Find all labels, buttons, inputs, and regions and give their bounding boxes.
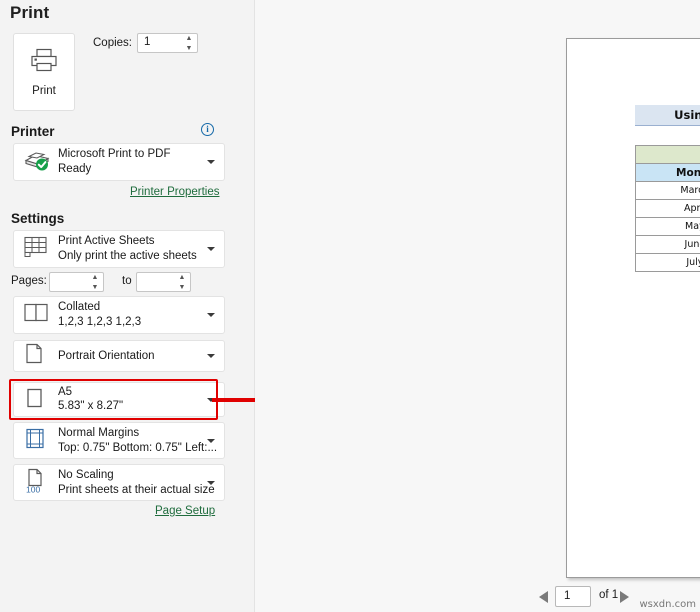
portrait-page-icon [22,342,46,371]
stepper-down-icon[interactable]: ▼ [186,45,193,52]
watermark: wsxdn.com [639,599,696,610]
sheets-grid-icon [22,235,50,264]
setting-scaling-primary: No Scaling [58,469,114,481]
page-title: Print [10,3,50,22]
setting-row-orientation[interactable]: Portrait Orientation [13,340,225,372]
chevron-down-icon[interactable] [207,313,215,317]
stepper-down-icon[interactable]: ▼ [179,284,186,291]
cell-month: June [635,235,700,254]
setting-orientation-primary: Portrait Orientation [58,350,155,362]
copies-label: Copies: [93,37,132,49]
setting-row-collation[interactable]: Collated 1,2,3 1,2,3 1,2,3 [13,296,225,334]
setting-margins-secondary: Top: 0.75" Bottom: 0.75" Left:... [58,442,218,454]
setting-row-scaling[interactable]: 100 No Scaling Print sheets at their act… [13,464,225,501]
cell-month: July [635,253,700,272]
setting-row-margins[interactable]: Normal Margins Top: 0.75" Bottom: 0.75" … [13,422,225,459]
cell-month: March [635,181,700,200]
table-title-cell: Sales Overview [635,145,700,164]
preview-page: Using Page Layout Tab Sales Overview Mon… [566,38,700,578]
printer-name: Microsoft Print to PDF [58,148,171,160]
printer-properties-link[interactable]: Printer Properties [130,186,219,198]
table-row: April $1,500 [635,199,700,218]
margins-icon [22,426,48,455]
paper-size-icon [22,385,46,414]
page-count-label: of 1 [599,589,619,601]
current-page-value: 1 [564,590,571,602]
print-backstage-screen: Print Print Copies: 1 ▲ ▼ Printer i Micr… [0,0,700,612]
table-header-row: Month Sales [635,163,700,182]
svg-text:100: 100 [26,484,40,493]
table-row: March $2,000 [635,181,700,200]
chevron-down-icon[interactable] [207,397,215,402]
pages-to-label: to [122,275,132,287]
print-button-label: Print [32,85,56,97]
stepper-up-icon[interactable]: ▲ [186,35,193,42]
chevron-down-icon[interactable] [207,247,215,251]
setting-collation-primary: Collated [58,301,101,313]
printer-status: Ready [58,163,92,175]
table-row: June $2,500 [635,235,700,254]
print-button[interactable]: Print [13,33,75,111]
table-row: July $2,600 [635,253,700,272]
collate-icon [22,301,50,330]
cell-month: May [635,217,700,236]
setting-margins-primary: Normal Margins [58,427,140,439]
sheet-banner-title: Using Page Layout Tab [635,105,700,126]
setting-row-print-what[interactable]: Print Active Sheets Only print the activ… [13,230,225,268]
cell-month: April [635,199,700,218]
setting-row-paper-size[interactable]: A5 5.83" x 8.27" [13,382,225,417]
pages-to-stepper[interactable]: ▲ ▼ [176,274,188,291]
setting-paper-size-secondary: 5.83" x 8.27" [58,400,124,412]
column-header-month: Month [635,163,700,182]
stepper-up-icon[interactable]: ▲ [92,274,99,281]
table-row: May $2,200 [635,217,700,236]
copies-input[interactable]: 1 ▲ ▼ [137,33,198,53]
chevron-down-icon[interactable] [207,438,215,443]
current-page-input[interactable]: 1 [555,586,591,607]
copies-value: 1 [144,36,151,48]
chevron-down-icon[interactable] [207,160,215,164]
chevron-down-icon[interactable] [207,354,215,358]
setting-print-what-primary: Print Active Sheets [58,235,155,247]
settings-section-heading: Settings [11,211,65,226]
printer-section-heading: Printer [11,124,55,139]
print-settings-pane: Print Print Copies: 1 ▲ ▼ Printer i Micr… [0,0,254,612]
printer-select[interactable]: Microsoft Print to PDF Ready [13,143,225,181]
table-title-row: Sales Overview [635,145,700,164]
previous-page-button[interactable] [538,590,550,604]
stepper-down-icon[interactable]: ▼ [92,284,99,291]
pages-from-stepper[interactable]: ▲ ▼ [89,274,101,291]
stepper-up-icon[interactable]: ▲ [179,274,186,281]
setting-paper-size-primary: A5 [58,386,73,398]
setting-collation-secondary: 1,2,3 1,2,3 1,2,3 [58,316,142,328]
printer-icon [29,47,59,78]
pages-to-input[interactable]: ▲ ▼ [136,272,191,292]
setting-scaling-secondary: Print sheets at their actual size [58,484,215,496]
printer-device-icon [22,148,52,177]
copies-stepper[interactable]: ▲ ▼ [183,35,195,52]
pages-label: Pages: [11,275,47,287]
scaling-100-icon: 100 [22,467,48,498]
info-icon[interactable]: i [201,123,214,136]
setting-print-what-secondary: Only print the active sheets [58,250,197,262]
pages-from-input[interactable]: ▲ ▼ [49,272,104,292]
page-setup-link[interactable]: Page Setup [155,505,215,517]
sales-overview-table: Sales Overview Month Sales March $2,000 … [635,145,700,272]
print-preview-pane: Using Page Layout Tab Sales Overview Mon… [255,0,700,612]
chevron-down-icon[interactable] [207,480,215,485]
next-page-button[interactable] [618,590,630,604]
